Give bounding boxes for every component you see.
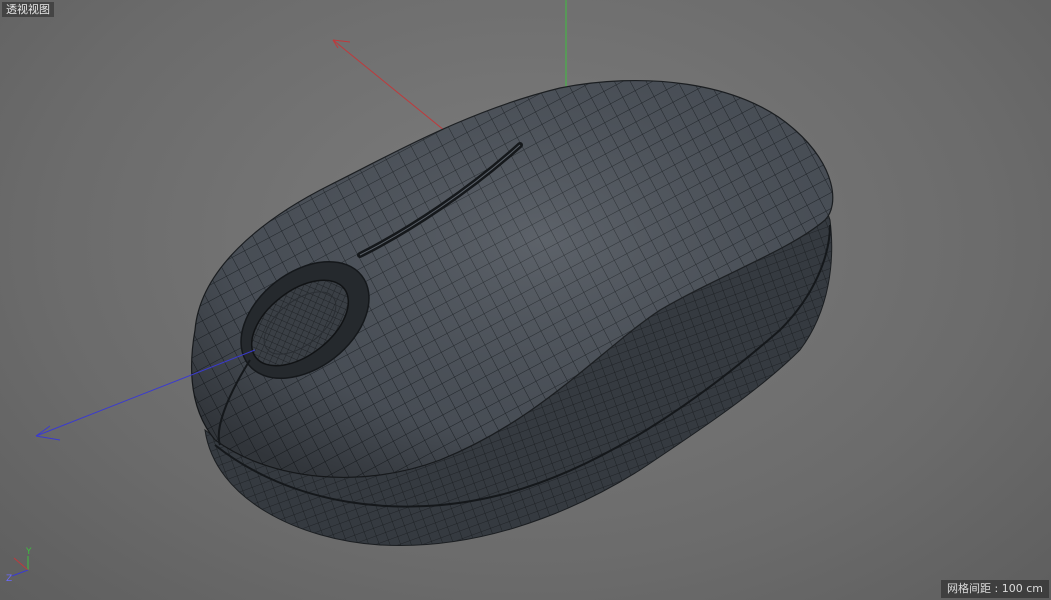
perspective-viewport[interactable]: Y Z 透视视图 网格间距 : 100 cm <box>0 0 1051 600</box>
axis-orientation-icon: Y Z <box>6 547 32 584</box>
scene-canvas[interactable]: Y Z <box>0 0 1051 600</box>
x-axis-line <box>332 39 451 136</box>
view-name-label[interactable]: 透视视图 <box>2 2 54 17</box>
grid-spacing-readout: 网格间距 : 100 cm <box>941 580 1049 598</box>
gizmo-y-label: Y <box>25 547 32 557</box>
gizmo-z-label: Z <box>6 574 12 584</box>
